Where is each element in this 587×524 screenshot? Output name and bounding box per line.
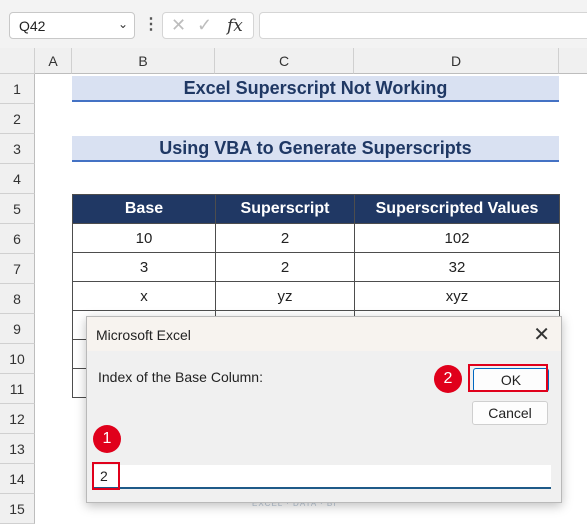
insert-function-icon[interactable]: fx xyxy=(227,16,243,36)
row-header[interactable]: 8 xyxy=(0,284,35,314)
row-header[interactable]: 15 xyxy=(0,494,35,524)
table-cell[interactable]: 102 xyxy=(354,223,560,253)
row-header[interactable]: 6 xyxy=(0,224,35,254)
table-cell[interactable]: yz xyxy=(215,281,355,311)
table-cell[interactable]: xyz xyxy=(354,281,560,311)
column-header-base[interactable]: Base xyxy=(72,194,216,224)
row-header[interactable]: 10 xyxy=(0,344,35,374)
step-marker-1: 1 xyxy=(93,425,121,453)
table-cell[interactable]: 10 xyxy=(72,223,216,253)
more-options-icon[interactable]: ⋮ xyxy=(143,14,159,34)
row-header[interactable]: 1 xyxy=(0,74,35,104)
cancel-icon[interactable]: ✕ xyxy=(171,15,186,36)
sheet-subtitle: Using VBA to Generate Superscripts xyxy=(72,136,559,162)
row-header[interactable]: 12 xyxy=(0,404,35,434)
table-cell[interactable]: 32 xyxy=(354,252,560,282)
row-header[interactable]: 5 xyxy=(0,194,35,224)
dialog-input-field[interactable]: 2 xyxy=(93,465,551,489)
table-header-row: Base Superscript Superscripted Values xyxy=(72,194,560,224)
table-row: 10 2 102 xyxy=(72,223,560,253)
row-header[interactable]: 3 xyxy=(0,134,35,164)
column-header-b[interactable]: B xyxy=(72,48,215,74)
column-header-superscript[interactable]: Superscript xyxy=(215,194,355,224)
dialog-prompt: Index of the Base Column: xyxy=(98,369,263,385)
row-header[interactable]: 11 xyxy=(0,374,35,404)
column-header-d[interactable]: D xyxy=(354,48,559,74)
row-header[interactable]: 7 xyxy=(0,254,35,284)
table-cell[interactable]: x xyxy=(72,281,216,311)
formula-actions: ✕ ✓ fx xyxy=(162,12,254,39)
sheet-title: Excel Superscript Not Working xyxy=(72,76,559,102)
select-all-corner[interactable] xyxy=(0,48,35,74)
cancel-button[interactable]: Cancel xyxy=(472,401,548,425)
column-header-c[interactable]: C xyxy=(215,48,354,74)
formula-bar: Q42 ⌄ ⋮ ✕ ✓ fx xyxy=(0,0,587,48)
formula-input[interactable] xyxy=(259,12,587,39)
table-row: 3 2 32 xyxy=(72,252,560,282)
step-marker-2: 2 xyxy=(434,365,462,393)
close-icon[interactable]: ✕ xyxy=(533,322,550,347)
row-header[interactable]: 2 xyxy=(0,104,35,134)
enter-check-icon[interactable]: ✓ xyxy=(197,15,212,36)
ok-highlight-box xyxy=(468,364,548,392)
column-header-a[interactable]: A xyxy=(35,48,72,74)
column-header-superscripted-values[interactable]: Superscripted Values xyxy=(354,194,560,224)
input-dialog: Microsoft Excel ✕ Index of the Base Colu… xyxy=(86,316,562,503)
name-box-value: Q42 xyxy=(19,18,46,34)
row-header[interactable]: 4 xyxy=(0,164,35,194)
input-highlight-box xyxy=(92,462,120,490)
row-header[interactable]: 13 xyxy=(0,434,35,464)
table-row: x yz xyz xyxy=(72,281,560,311)
table-cell[interactable]: 3 xyxy=(72,252,216,282)
table-cell[interactable]: 2 xyxy=(215,223,355,253)
table-cell[interactable]: 2 xyxy=(215,252,355,282)
row-header[interactable]: 14 xyxy=(0,464,35,494)
dialog-title: Microsoft Excel xyxy=(96,327,191,343)
dialog-titlebar[interactable]: Microsoft Excel ✕ xyxy=(87,317,561,351)
chevron-down-icon[interactable]: ⌄ xyxy=(118,17,128,31)
column-header-e[interactable] xyxy=(559,48,587,74)
name-box[interactable]: Q42 ⌄ xyxy=(9,12,135,39)
row-header[interactable]: 9 xyxy=(0,314,35,344)
